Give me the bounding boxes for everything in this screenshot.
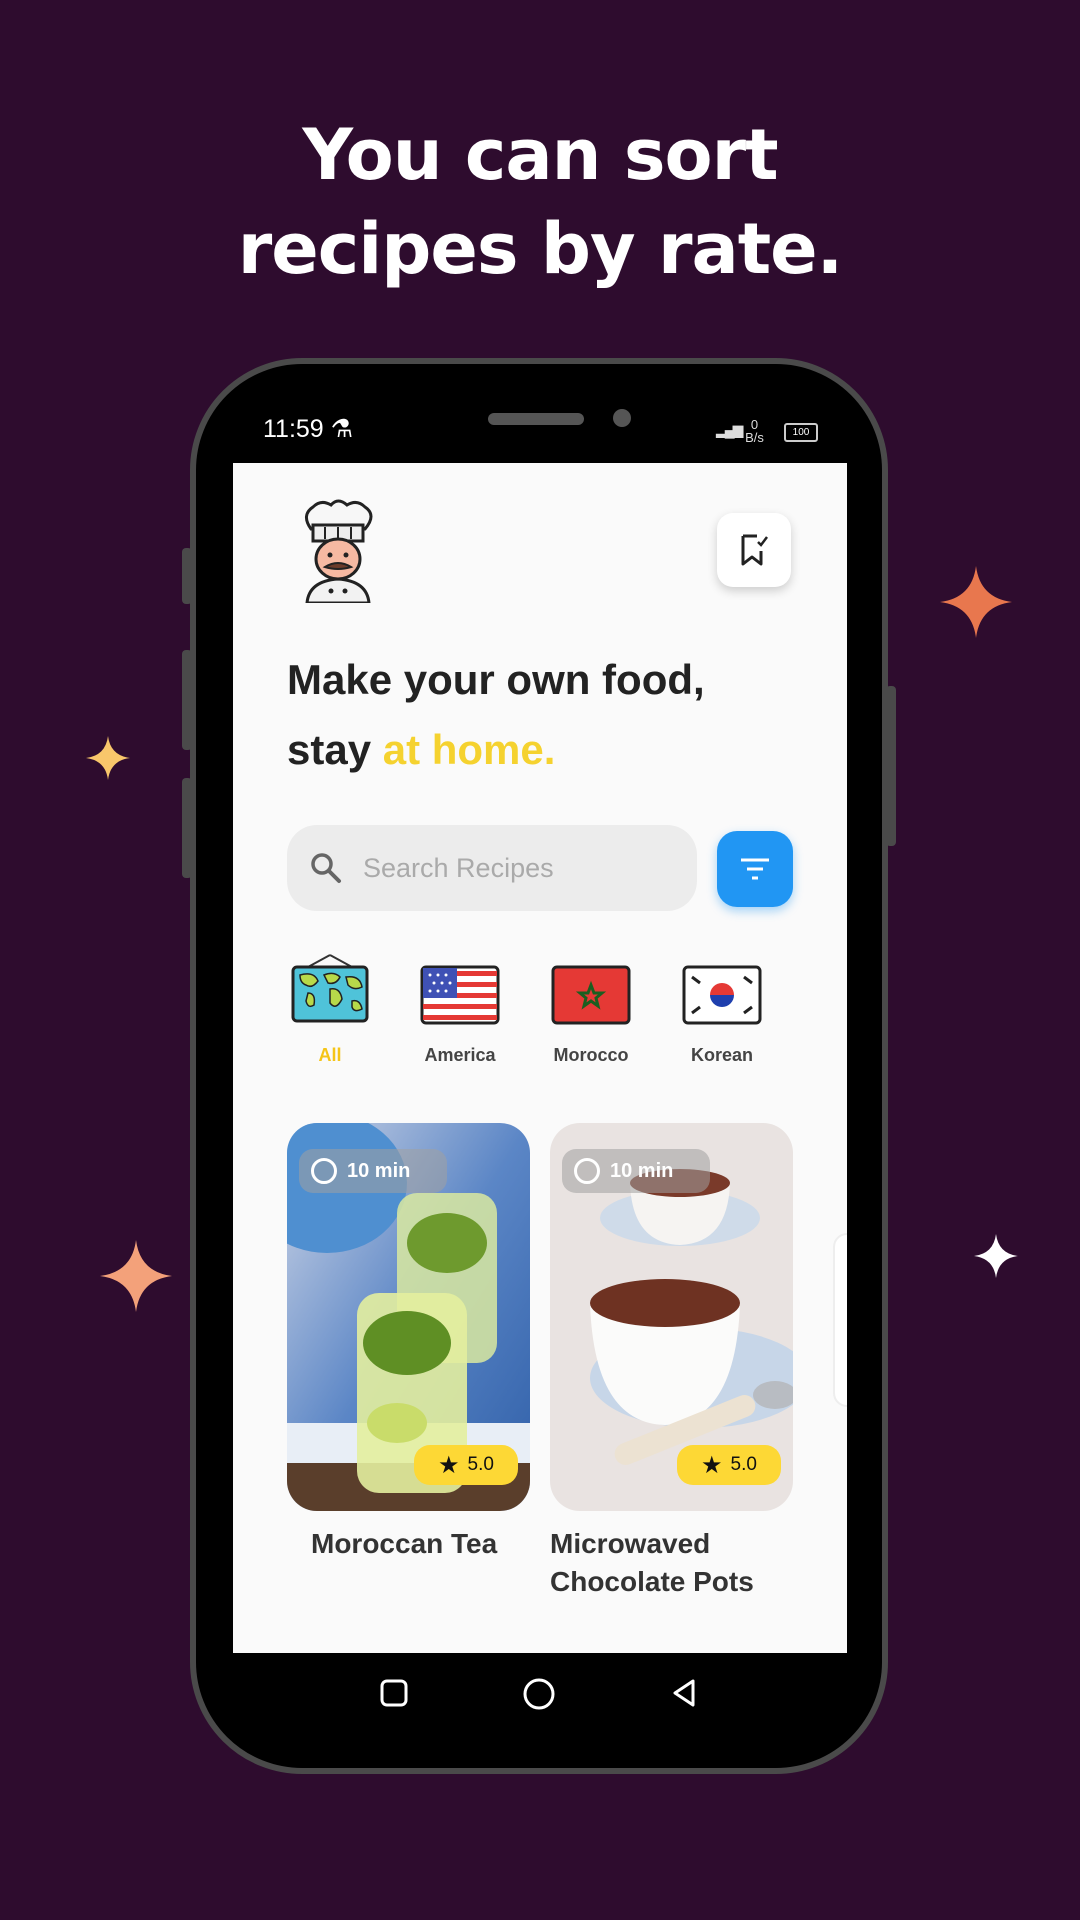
phone-side-button — [182, 650, 192, 750]
morocco-flag-icon — [551, 965, 631, 1025]
phone-side-button — [182, 778, 192, 878]
cook-time-text: 10 min — [610, 1159, 674, 1182]
category-label: All — [318, 1045, 342, 1065]
bookmark-check-icon — [741, 534, 768, 566]
rating-value: 5.0 — [730, 1454, 757, 1475]
recipe-title-line2: Chocolate Pots — [550, 1566, 754, 1597]
filter-button[interactable] — [717, 831, 793, 907]
saved-recipes-button[interactable] — [717, 513, 791, 587]
hero-line2-accent: at home. — [382, 726, 556, 773]
cook-time-badge: 10 min — [562, 1149, 710, 1193]
recents-icon[interactable] — [378, 1677, 410, 1709]
sparkle-icon — [86, 736, 130, 780]
recipe-image: 10 min ★ 5.0 — [287, 1123, 530, 1511]
category-label: America — [424, 1045, 496, 1065]
search-input[interactable]: Search Recipes — [287, 825, 697, 911]
rating-badge: ★ 5.0 — [414, 1445, 518, 1485]
phone-speaker — [488, 413, 584, 425]
chef-icon — [305, 499, 373, 603]
world-map-icon — [291, 954, 369, 1023]
sparkle-icon — [100, 1240, 172, 1312]
recipe-title: Microwaved Chocolate Pots — [550, 1525, 793, 1601]
system-nav-bar — [233, 1653, 847, 1733]
promo-headline-line1: You can sort — [302, 114, 778, 196]
category-morocco[interactable]: Morocco — [536, 965, 646, 1066]
category-label: Korean — [690, 1045, 753, 1065]
status-time: 11:59 ⚗ — [263, 414, 353, 444]
category-america[interactable]: America — [405, 965, 515, 1066]
us-flag-icon — [420, 965, 500, 1025]
app-screen: Make your own food, stay at home. Search… — [233, 463, 847, 1653]
sparkle-icon — [940, 566, 1012, 638]
recipe-card[interactable]: 10 min ★ 5.0 Moroccan Tea — [287, 1123, 530, 1563]
back-icon[interactable] — [669, 1677, 701, 1709]
star-icon: ★ — [701, 1451, 723, 1479]
promo-headline-line2: recipes by rate. — [237, 208, 844, 290]
cook-time-text: 10 min — [347, 1159, 411, 1182]
hero-line1: Make your own food, — [287, 656, 705, 703]
battery-icon: 100 — [784, 423, 818, 442]
filter-icon — [741, 858, 769, 880]
timer-icon — [311, 1158, 337, 1184]
recipe-title: Moroccan Tea — [287, 1525, 530, 1563]
hero-line2-plain: stay — [287, 726, 383, 773]
search-placeholder: Search Recipes — [363, 852, 554, 883]
star-icon: ★ — [438, 1451, 460, 1479]
cook-time-badge: 10 min — [299, 1149, 447, 1193]
phone-camera — [613, 409, 631, 427]
hero-heading: Make your own food, stay at home. — [287, 645, 705, 785]
phone-side-button — [182, 548, 192, 604]
recipe-card-peek[interactable] — [833, 1233, 847, 1407]
flask-icon: ⚗ — [330, 415, 354, 443]
category-all[interactable]: All — [275, 954, 385, 1066]
korea-flag-icon — [682, 965, 762, 1025]
promo-headline: You can sort recipes by rate. — [0, 108, 1080, 296]
net-speed-unit: B/s — [745, 430, 764, 445]
category-label: Morocco — [553, 1045, 629, 1065]
recipe-image: 10 min ★ 5.0 — [550, 1123, 793, 1511]
battery-level: 100 — [792, 427, 810, 438]
rating-badge: ★ 5.0 — [677, 1445, 781, 1485]
recipe-title-text: Moroccan Tea — [311, 1528, 498, 1559]
hero-line2: stay at home. — [287, 715, 705, 785]
phone-power-button — [886, 686, 896, 846]
signal-icon: ▂▄▆ — [716, 421, 743, 438]
sparkle-icon — [974, 1234, 1018, 1278]
timer-icon — [574, 1158, 600, 1184]
search-icon — [311, 853, 341, 883]
category-korean[interactable]: Korean — [667, 965, 777, 1066]
status-network: ▂▄▆ 0 B/s — [716, 418, 764, 444]
home-icon[interactable] — [522, 1677, 556, 1711]
recipe-title-line1: Microwaved — [550, 1528, 711, 1559]
rating-value: 5.0 — [467, 1454, 494, 1475]
recipe-card[interactable]: 10 min ★ 5.0 Microwaved Chocolate Pots — [550, 1123, 793, 1601]
status-time-text: 11:59 — [263, 415, 324, 443]
